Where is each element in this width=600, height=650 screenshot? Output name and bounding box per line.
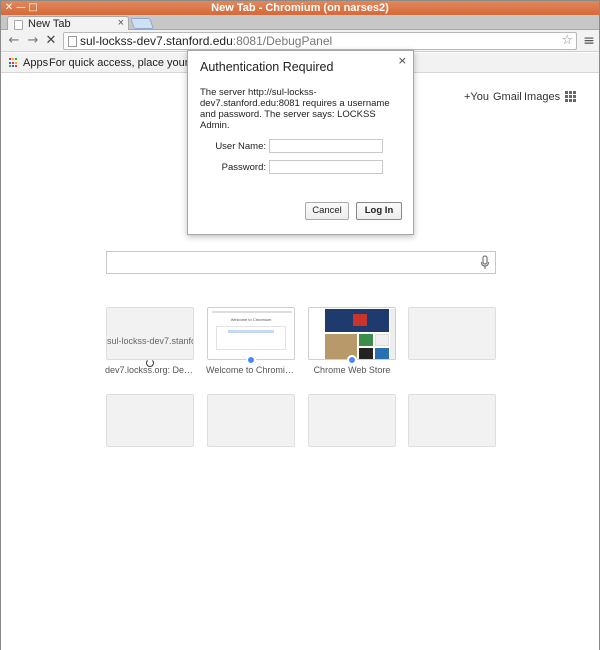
tile-caption[interactable]: dev7.lockss.org: Debug P... <box>105 365 195 375</box>
tile-thumb-image <box>359 348 373 359</box>
page-favicon-icon <box>14 20 23 30</box>
tile-thumb-image <box>375 348 389 359</box>
menu-icon[interactable]: ≡ <box>581 33 597 49</box>
browser-window: ✕ — □ New Tab - Chromium (on narses2) Ne… <box>0 0 600 650</box>
gmail-link[interactable]: Gmail <box>493 91 522 103</box>
microphone-icon[interactable] <box>480 255 490 271</box>
tile-caption[interactable]: Chrome Web Store <box>307 365 397 375</box>
tile-caption[interactable]: Welcome to Chromium <box>206 365 296 375</box>
tile-thumb-image <box>375 334 389 346</box>
most-visited-tile[interactable] <box>308 394 396 447</box>
url-path: :8081/DebugPanel <box>232 34 333 48</box>
tab-strip: New Tab × <box>1 15 599 31</box>
url-host: sul-lockss-dev7.stanford.edu <box>80 34 233 48</box>
images-link[interactable]: Images <box>524 91 560 103</box>
tile-thumb-image <box>359 334 373 346</box>
most-visited-tile[interactable] <box>408 307 496 360</box>
tab-label: New Tab <box>28 18 71 30</box>
page-icon <box>68 36 77 47</box>
tab-new-tab[interactable]: New Tab × <box>7 16 129 31</box>
dialog-message: The server http://sul-lockss-dev7.stanfo… <box>200 87 390 131</box>
tile-thumb-bar <box>212 311 292 313</box>
address-bar[interactable]: sul-lockss-dev7.stanford.edu:8081/DebugP… <box>63 32 577 50</box>
window-titlebar: ✕ — □ New Tab - Chromium (on narses2) <box>1 1 599 15</box>
bookmark-star-icon[interactable]: ☆ <box>561 33 573 49</box>
tile-thumb-title: Welcome to Chromium <box>230 317 272 322</box>
url-text[interactable]: sul-lockss-dev7.stanford.edu:8081/DebugP… <box>80 34 332 49</box>
most-visited-tile[interactable] <box>207 394 295 447</box>
tile-thumb-art <box>353 314 367 326</box>
most-visited-tile[interactable]: sul-lockss-dev7.stanfor... <box>106 307 194 360</box>
most-visited-tile[interactable] <box>308 307 396 360</box>
web-store-icon <box>347 355 357 365</box>
search-box[interactable] <box>106 251 496 274</box>
username-label: User Name: <box>215 141 266 152</box>
stop-loading-icon[interactable]: ✕ <box>43 33 59 49</box>
tile-thumb-scrollbar <box>390 309 395 359</box>
cancel-button[interactable]: Cancel <box>305 202 349 220</box>
toolbar: ← → ✕ sul-lockss-dev7.stanford.edu:8081/… <box>1 30 599 52</box>
most-visited-tile[interactable] <box>106 394 194 447</box>
username-field[interactable] <box>269 139 383 153</box>
tile-thumb-highlight <box>228 330 274 333</box>
login-button[interactable]: Log In <box>356 202 402 220</box>
password-label: Password: <box>221 162 266 173</box>
chromium-icon <box>246 355 256 365</box>
plus-you-link[interactable]: +You <box>464 91 489 103</box>
dialog-title: Authentication Required <box>200 60 334 74</box>
apps-grid-icon[interactable] <box>565 91 576 102</box>
tile-thumb-text: sul-lockss-dev7.stanfor... <box>107 336 193 346</box>
dialog-close-icon[interactable]: × <box>398 54 407 67</box>
forward-icon[interactable]: → <box>25 33 41 49</box>
new-tab-button[interactable] <box>129 18 155 29</box>
window-title: New Tab - Chromium (on narses2) <box>211 2 389 14</box>
apps-link[interactable]: Apps <box>23 57 48 69</box>
back-icon[interactable]: ← <box>6 33 22 49</box>
tab-close-icon[interactable]: × <box>118 17 124 30</box>
tile-thumb-sidebar <box>310 309 324 359</box>
apps-icon[interactable] <box>9 58 19 68</box>
auth-dialog: Authentication Required × The server htt… <box>187 50 414 235</box>
most-visited-tile[interactable] <box>408 394 496 447</box>
password-field[interactable] <box>269 160 383 174</box>
most-visited-tile[interactable]: Welcome to Chromium <box>207 307 295 360</box>
